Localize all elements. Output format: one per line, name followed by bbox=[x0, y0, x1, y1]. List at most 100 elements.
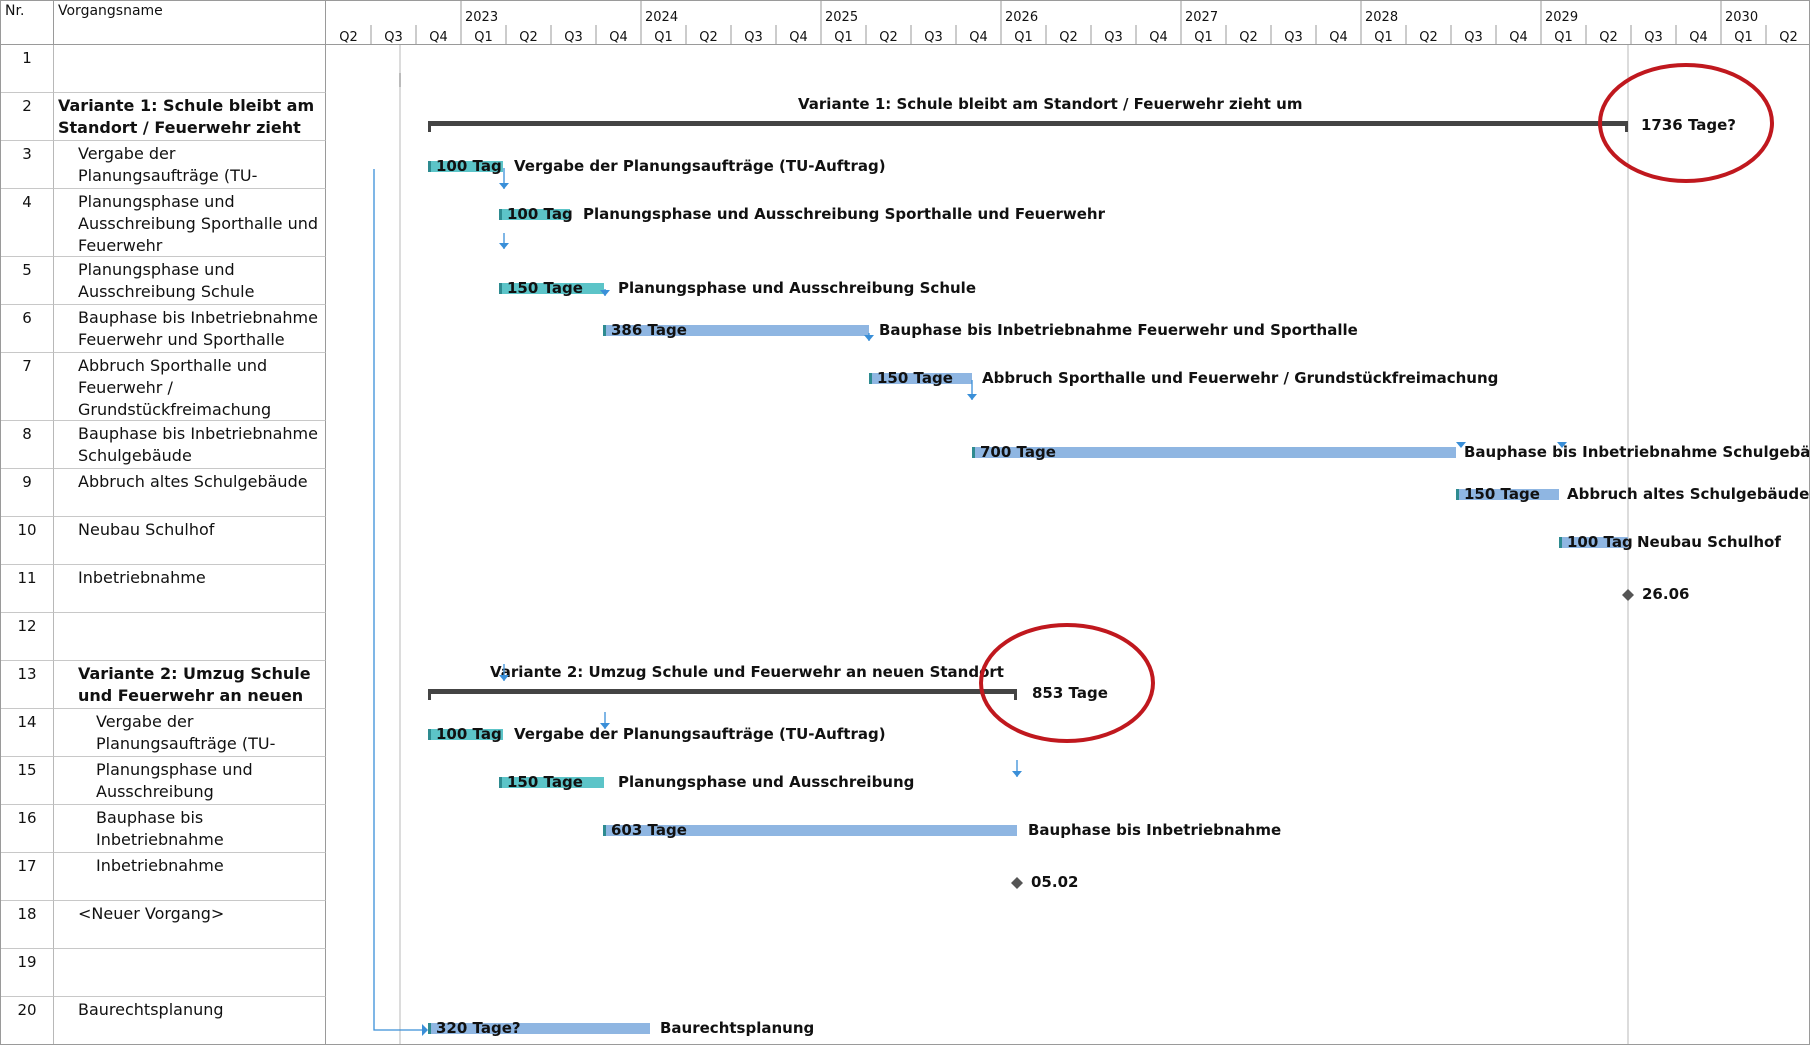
task-name-cell[interactable] bbox=[54, 949, 326, 997]
task-name-cell[interactable]: Planungsphase und Ausschreibung bbox=[54, 757, 326, 805]
quarter-label: Q3 bbox=[924, 30, 943, 45]
quarter-label: Q3 bbox=[744, 30, 763, 45]
bar-task-label: Abbruch altes Schulgebäude bbox=[1567, 485, 1809, 503]
quarter-label: Q2 bbox=[339, 30, 358, 45]
quarter-label: Q3 bbox=[564, 30, 583, 45]
task-name-cell[interactable]: Planungsphase und Ausschreibung Sporthal… bbox=[54, 189, 326, 257]
summary-label: Variante 1: Schule bleibt am Standort / … bbox=[798, 95, 1303, 113]
task-name-cell[interactable]: Abbruch Sporthalle und Feuerwehr / Grund… bbox=[54, 353, 326, 421]
task-name-cell[interactable]: Planungsphase und Ausschreibung Schule bbox=[54, 257, 326, 305]
row-number[interactable]: 18 bbox=[1, 901, 54, 949]
year-label: 2025 bbox=[825, 10, 858, 25]
gantt-view: Nr. Vorgangsname 1 2 Variante 1: Schule bl… bbox=[0, 0, 1810, 1045]
row-number[interactable]: 6 bbox=[1, 305, 54, 353]
gantt-chart-svg: Variante 1: Schule bleibt am Standort / … bbox=[373, 45, 1809, 1044]
year-label: 2029 bbox=[1545, 10, 1578, 25]
year-label: 2028 bbox=[1365, 10, 1398, 25]
task-name-cell[interactable]: Baurechtsplanung bbox=[54, 997, 326, 1044]
quarter-label: Q2 bbox=[1239, 30, 1258, 45]
row-number[interactable]: 3 bbox=[1, 141, 54, 189]
header-nr[interactable]: Nr. bbox=[1, 1, 54, 45]
task-bar-start bbox=[428, 1023, 431, 1034]
summary-bar-cap bbox=[1625, 121, 1628, 132]
quarter-label: Q4 bbox=[1329, 30, 1348, 45]
task-bar-start bbox=[499, 209, 502, 220]
task-bar-start bbox=[603, 325, 606, 336]
summary-label: Variante 2: Umzug Schule und Feuerwehr a… bbox=[490, 663, 1004, 681]
milestone-diamond bbox=[1622, 589, 1634, 601]
bar-task-label: Vergabe der Planungsaufträge (TU-Auftrag… bbox=[514, 157, 886, 175]
task-name-cell[interactable] bbox=[54, 613, 326, 661]
task-name-cell[interactable] bbox=[54, 45, 326, 93]
row-number[interactable]: 11 bbox=[1, 565, 54, 613]
year-label: 2024 bbox=[645, 10, 678, 25]
task-name-cell[interactable]: Bauphase bis Inbetriebnahme Schulgebäude bbox=[54, 421, 326, 469]
dependency-link bbox=[373, 169, 422, 1031]
year-label: 2026 bbox=[1005, 10, 1038, 25]
quarter-label: Q1 bbox=[1014, 30, 1033, 45]
quarter-label: Q2 bbox=[519, 30, 538, 45]
task-name-cell[interactable]: Inbetriebnahme bbox=[54, 565, 326, 613]
task-name-cell[interactable]: Inbetriebnahme bbox=[54, 853, 326, 901]
row-number[interactable]: 16 bbox=[1, 805, 54, 853]
bar-task-label: Neubau Schulhof bbox=[1637, 533, 1781, 551]
task-name-cell[interactable]: Bauphase bis Inbetriebnahme bbox=[54, 805, 326, 853]
quarter-label: Q2 bbox=[699, 30, 718, 45]
bar-task-label: Planungsphase und Ausschreibung Sporthal… bbox=[583, 205, 1106, 223]
dependency-arrow bbox=[422, 1024, 428, 1036]
task-bar-start bbox=[869, 373, 872, 384]
row-number[interactable]: 5 bbox=[1, 257, 54, 305]
bar-duration-label: 100 Tag bbox=[1567, 533, 1633, 551]
row-number[interactable]: 10 bbox=[1, 517, 54, 565]
row-number[interactable]: 1 bbox=[1, 45, 54, 93]
year-label: 2027 bbox=[1185, 10, 1218, 25]
summary-bar bbox=[428, 121, 1628, 126]
task-name-cell[interactable]: <Neuer Vorgang> bbox=[54, 901, 326, 949]
quarter-label: Q3 bbox=[1104, 30, 1123, 45]
row-number[interactable]: 19 bbox=[1, 949, 54, 997]
year-label: 2030 bbox=[1725, 10, 1758, 25]
row-number[interactable]: 17 bbox=[1, 853, 54, 901]
quarter-label: Q4 bbox=[429, 30, 448, 45]
quarter-label: Q4 bbox=[1509, 30, 1528, 45]
dependency-arrow bbox=[499, 243, 509, 249]
bar-duration-label: 100 Tag bbox=[507, 205, 573, 223]
task-name-cell[interactable]: Vergabe der Planungsaufträge (TU-Auftrag… bbox=[54, 709, 326, 757]
task-name-cell[interactable]: Abbruch altes Schulgebäude bbox=[54, 469, 326, 517]
milestone-label: 05.02 bbox=[1031, 873, 1078, 891]
bar-duration-label: 320 Tage? bbox=[436, 1019, 521, 1037]
quarter-label: Q1 bbox=[1374, 30, 1393, 45]
row-number[interactable]: 8 bbox=[1, 421, 54, 469]
quarter-label: Q1 bbox=[1734, 30, 1753, 45]
row-number[interactable]: 14 bbox=[1, 709, 54, 757]
row-number[interactable]: 9 bbox=[1, 469, 54, 517]
row-number[interactable]: 13 bbox=[1, 661, 54, 709]
summary-duration-label: 853 Tage bbox=[1032, 684, 1108, 702]
row-number[interactable]: 20 bbox=[1, 997, 54, 1044]
row-number[interactable]: 7 bbox=[1, 353, 54, 421]
annotation-circle bbox=[979, 623, 1155, 743]
timescale[interactable]: Q2 Q3 Q4 Q1 Q2 Q3 Q4 Q1 Q2 Q3 Q4 Q1 Q2 Q3 Q4 Q1 Q2 Q3 Q4 Q1… bbox=[326, 1, 1810, 45]
task-name-cell[interactable]: Neubau Schulhof bbox=[54, 517, 326, 565]
row-number[interactable]: 12 bbox=[1, 613, 54, 661]
header-vorgangsname[interactable]: Vorgangsname bbox=[54, 1, 326, 45]
summary-bar-cap bbox=[428, 121, 431, 132]
quarter-label: Q4 bbox=[969, 30, 988, 45]
task-name-cell[interactable]: Variante 2: Umzug Schule und Feuerwehr a… bbox=[54, 661, 326, 709]
bar-task-label: Abbruch Sporthalle und Feuerwehr / Grund… bbox=[982, 369, 1498, 387]
task-bar-start bbox=[499, 283, 502, 294]
row-number[interactable]: 4 bbox=[1, 189, 54, 257]
quarter-label: Q4 bbox=[1149, 30, 1168, 45]
bar-task-label: Vergabe der Planungsaufträge (TU-Auftrag… bbox=[514, 725, 886, 743]
row-number[interactable]: 2 bbox=[1, 93, 54, 141]
quarter-label: Q2 bbox=[1419, 30, 1438, 45]
bar-duration-label: 100 Tag bbox=[436, 157, 502, 175]
bar-task-label: Planungsphase und Ausschreibung bbox=[618, 773, 914, 791]
bar-task-label: Bauphase bis Inbetriebnahme bbox=[1028, 821, 1281, 839]
task-name-cell[interactable]: Vergabe der Planungsaufträge (TU-Auftrag… bbox=[54, 141, 326, 189]
task-name-cell[interactable]: Variante 1: Schule bleibt am Standort / … bbox=[54, 93, 326, 141]
summary-bar bbox=[428, 689, 1017, 694]
quarter-label: Q3 bbox=[1284, 30, 1303, 45]
row-number[interactable]: 15 bbox=[1, 757, 54, 805]
task-name-cell[interactable]: Bauphase bis Inbetriebnahme Feuerwehr un… bbox=[54, 305, 326, 353]
